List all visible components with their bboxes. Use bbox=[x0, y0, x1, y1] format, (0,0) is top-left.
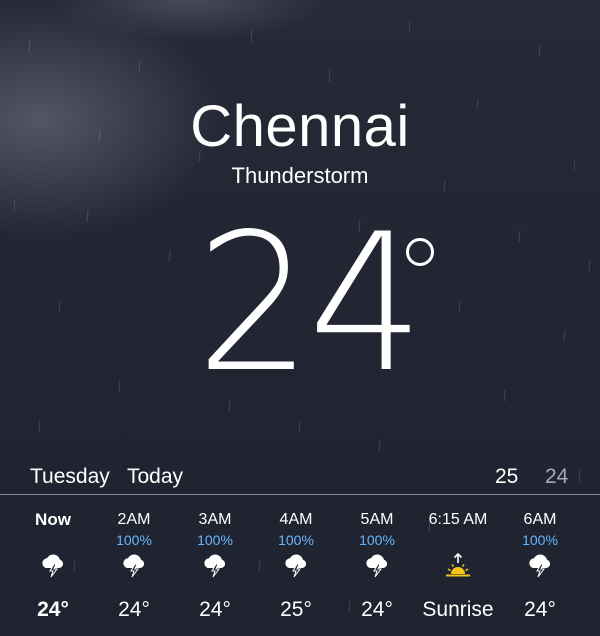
hour-time: 5AM bbox=[360, 511, 394, 528]
hour-temp: 24° bbox=[37, 598, 69, 621]
precip-chance: 100% bbox=[522, 532, 558, 548]
current-temperature-value: 24 bbox=[196, 193, 424, 414]
hour-time: Now bbox=[35, 510, 71, 529]
hour-time: 3AM bbox=[198, 511, 232, 528]
current-temperature: 24 bbox=[0, 193, 600, 414]
weather-screen: Chennai Thunderstorm 24 Tuesday Today 25… bbox=[0, 0, 600, 636]
thunderstorm-icon bbox=[204, 554, 226, 578]
today-high-temp: 25 bbox=[495, 465, 519, 488]
hour-temp: 24° bbox=[118, 598, 150, 621]
hour-temp: Sunrise bbox=[422, 598, 494, 621]
weather-condition: Thunderstorm bbox=[231, 163, 369, 188]
hour-time: 4AM bbox=[279, 511, 313, 528]
hourly-item-6am: 6AM 100% 24° bbox=[500, 496, 580, 636]
hourly-item-3am: 3AM 100% 24° bbox=[175, 496, 255, 636]
precip-chance: 100% bbox=[197, 532, 233, 548]
hour-time: 6:15 AM bbox=[428, 511, 488, 528]
thunderstorm-icon bbox=[42, 554, 64, 578]
hour-temp: 25° bbox=[280, 598, 312, 621]
hourly-forecast[interactable]: Now 24° 2AM 100% 24° 3AM 100% 24° 4AM 10… bbox=[0, 496, 600, 636]
hourly-item-5am: 5AM 100% 24° bbox=[337, 496, 417, 636]
sunrise-icon bbox=[446, 552, 470, 577]
city-name: Chennai bbox=[190, 94, 410, 159]
degree-symbol bbox=[406, 238, 434, 266]
hourly-item-4am: 4AM 100% 25° bbox=[256, 496, 336, 636]
precip-chance: 100% bbox=[278, 532, 314, 548]
precip-chance: 100% bbox=[116, 532, 152, 548]
hour-time: 2AM bbox=[117, 511, 151, 528]
thunderstorm-icon bbox=[285, 554, 307, 578]
today-day: Tuesday bbox=[30, 465, 110, 488]
thunderstorm-icon bbox=[529, 554, 551, 578]
hour-temp: 24° bbox=[199, 598, 231, 621]
hour-temp: 24° bbox=[361, 598, 393, 621]
hour-temp: 24° bbox=[524, 598, 556, 621]
hourly-item-2am: 2AM 100% 24° bbox=[94, 496, 174, 636]
hourly-item-sunrise: 6:15 AM Sunrise bbox=[418, 496, 498, 636]
today-label: Today bbox=[127, 465, 184, 488]
today-low-temp: 24 bbox=[545, 465, 569, 488]
divider bbox=[0, 494, 600, 495]
today-summary: Tuesday Today 25 24 bbox=[0, 460, 600, 492]
thunderstorm-icon bbox=[366, 554, 388, 578]
hour-time: 6AM bbox=[523, 511, 557, 528]
hourly-item-now: Now 24° bbox=[13, 496, 93, 636]
precip-chance: 100% bbox=[359, 532, 395, 548]
thunderstorm-icon bbox=[123, 554, 145, 578]
